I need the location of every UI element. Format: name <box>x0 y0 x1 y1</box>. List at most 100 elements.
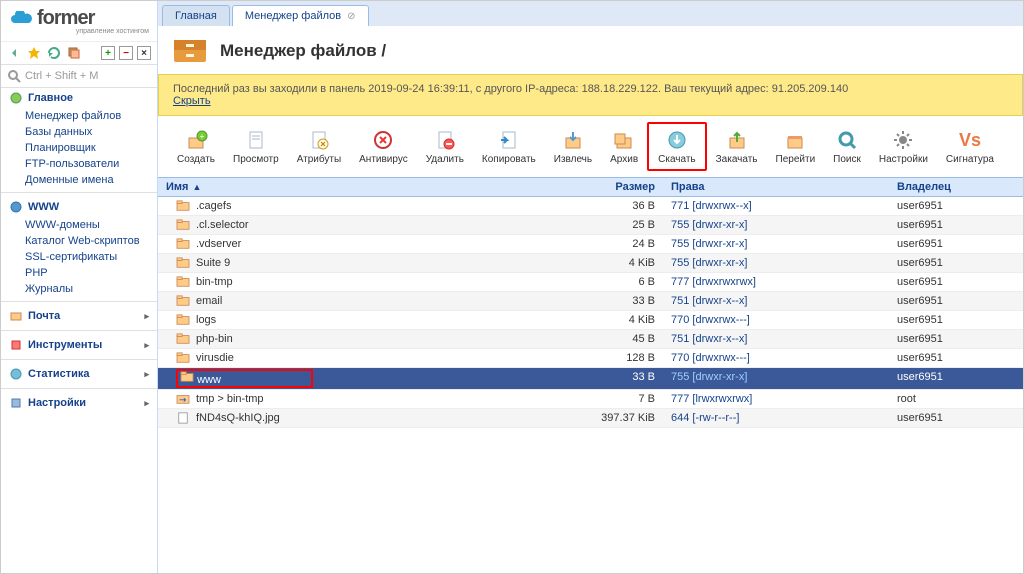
toolbar-закачать[interactable]: Закачать <box>707 122 767 171</box>
nav-item[interactable]: SSL-сертификаты <box>1 249 157 265</box>
folder-icon <box>176 276 190 288</box>
nav-item[interactable]: FTP-пользователи <box>1 156 157 172</box>
refresh-icon[interactable] <box>47 46 61 60</box>
svg-text:+: + <box>200 132 205 141</box>
table-row[interactable]: .vdserver24 B755 [drwxr-xr-x]user6951 <box>158 235 1023 254</box>
tab-1[interactable]: Менеджер файлов⊘ <box>232 5 369 26</box>
nav-item[interactable]: Каталог Web-скриптов <box>1 233 157 249</box>
section-icon <box>9 367 23 381</box>
section-icon <box>9 338 23 352</box>
nav-item[interactable]: Доменные имена <box>1 172 157 188</box>
page-title: Менеджер файлов / <box>220 41 386 61</box>
section-icon <box>9 91 23 105</box>
notice-hide-link[interactable]: Скрыть <box>173 95 211 107</box>
toolbar-icon <box>561 128 585 152</box>
icon-bar: + − × <box>1 42 157 65</box>
close-icon[interactable]: ⊘ <box>347 11 355 22</box>
toolbar-icon <box>497 128 521 152</box>
section-icon <box>9 200 23 214</box>
nav-section-2[interactable]: Почта▸ <box>1 306 157 326</box>
search-icon <box>7 69 21 83</box>
link-icon <box>176 393 190 405</box>
toolbar-icon <box>307 128 331 152</box>
section-icon <box>9 396 23 410</box>
table-row[interactable]: fND4sQ-khIQ.jpg397.37 KiB644 [-rw-r--r--… <box>158 409 1023 428</box>
col-owner[interactable]: Владелец <box>889 178 1023 196</box>
file-icon <box>176 412 190 424</box>
toolbar-icon <box>244 128 268 152</box>
table-row[interactable]: php-bin45 B751 [drwxr-x--x]user6951 <box>158 330 1023 349</box>
toolbar-icon <box>371 128 395 152</box>
nav-section-1[interactable]: WWW <box>1 197 157 217</box>
nav-item[interactable]: PHP <box>1 265 157 281</box>
table-row[interactable]: tmp > bin-tmp7 B777 [lrwxrwxrwx]root <box>158 390 1023 409</box>
toolbar-скачать[interactable]: Скачать <box>647 122 707 171</box>
toolbar-атрибуты[interactable]: Атрибуты <box>288 122 350 171</box>
nav-item[interactable]: Менеджер файлов <box>1 108 157 124</box>
folder-icon <box>176 352 190 364</box>
folder-icon <box>176 257 190 269</box>
toolbar-icon <box>665 128 689 152</box>
login-notice: Последний раз вы заходили в панель 2019-… <box>158 74 1023 116</box>
tab-0[interactable]: Главная <box>162 5 230 26</box>
toolbar-просмотр[interactable]: Просмотр <box>224 122 288 171</box>
nav-section-3[interactable]: Инструменты▸ <box>1 335 157 355</box>
search-bar[interactable]: Ctrl + Shift + M <box>1 65 157 88</box>
collapse-icon[interactable]: − <box>119 46 133 60</box>
table-row[interactable]: email33 B751 [drwxr-x--x]user6951 <box>158 292 1023 311</box>
toolbar-icon <box>835 128 859 152</box>
close-panel-icon[interactable]: × <box>137 46 151 60</box>
layers-icon[interactable] <box>67 46 81 60</box>
toolbar-перейти[interactable]: Перейти <box>767 122 825 171</box>
toolbar-icon: + <box>184 128 208 152</box>
svg-text:Vs: Vs <box>959 130 981 150</box>
sort-asc-icon: ▲ <box>192 182 201 192</box>
table-row[interactable]: bin-tmp6 B777 [drwxrwxrwx]user6951 <box>158 273 1023 292</box>
logo-area: former управление хостингом <box>1 1 157 42</box>
expand-icon[interactable]: + <box>101 46 115 60</box>
chevron-icon: ▸ <box>144 340 149 351</box>
toolbar-извлечь[interactable]: Извлечь <box>545 122 601 171</box>
folder-icon <box>176 219 190 231</box>
col-name[interactable]: Имя ▲ <box>158 178 578 196</box>
table-row[interactable]: .cagefs36 B771 [drwxrwx--x]user6951 <box>158 197 1023 216</box>
folder-icon <box>176 238 190 250</box>
cloud-icon <box>9 11 33 27</box>
back-icon[interactable] <box>7 46 21 60</box>
nav-section-5[interactable]: Настройки▸ <box>1 393 157 413</box>
toolbar: +СоздатьПросмотрАтрибутыАнтивирусУдалить… <box>158 116 1023 177</box>
table-row[interactable]: .cl.selector25 B755 [drwxr-xr-x]user6951 <box>158 216 1023 235</box>
toolbar-поиск[interactable]: Поиск <box>824 122 870 171</box>
nav-item[interactable]: WWW-домены <box>1 217 157 233</box>
toolbar-создать[interactable]: +Создать <box>168 122 224 171</box>
toolbar-копировать[interactable]: Копировать <box>473 122 545 171</box>
star-icon[interactable] <box>27 46 41 60</box>
nav-section-0[interactable]: Главное <box>1 88 157 108</box>
table-row[interactable]: logs4 KiB770 [drwxrwx---]user6951 <box>158 311 1023 330</box>
table-row[interactable]: Suite 94 KiB755 [drwxr-xr-x]user6951 <box>158 254 1023 273</box>
nav-item[interactable]: Базы данных <box>1 124 157 140</box>
nav-item[interactable]: Журналы <box>1 281 157 297</box>
tabs: ГлавнаяМенеджер файлов⊘ <box>158 1 1023 26</box>
table-row[interactable]: www33 B755 [drwxr-xr-x]user6951 <box>158 368 1023 390</box>
brand-name: former <box>37 7 94 30</box>
toolbar-антивирус[interactable]: Антивирус <box>350 122 417 171</box>
table-row[interactable]: virusdie128 B770 [drwxrwx---]user6951 <box>158 349 1023 368</box>
drawer-icon <box>172 36 208 66</box>
search-placeholder: Ctrl + Shift + M <box>25 70 98 82</box>
col-perm[interactable]: Права <box>663 178 889 196</box>
toolbar-icon <box>612 128 636 152</box>
grid-body: .cagefs36 B771 [drwxrwx--x]user6951 .cl.… <box>158 197 1023 428</box>
toolbar-настройки[interactable]: Настройки <box>870 122 937 171</box>
folder-icon <box>180 371 194 383</box>
side-nav: ГлавноеМенеджер файловБазы данныхПланиро… <box>1 88 157 413</box>
toolbar-icon <box>891 128 915 152</box>
toolbar-архив[interactable]: Архив <box>601 122 647 171</box>
folder-icon <box>176 200 190 212</box>
section-icon <box>9 309 23 323</box>
nav-section-4[interactable]: Статистика▸ <box>1 364 157 384</box>
toolbar-сигнатура[interactable]: VsСигнатура <box>937 122 1003 171</box>
toolbar-удалить[interactable]: Удалить <box>417 122 473 171</box>
col-size[interactable]: Размер <box>578 178 663 196</box>
nav-item[interactable]: Планировщик <box>1 140 157 156</box>
